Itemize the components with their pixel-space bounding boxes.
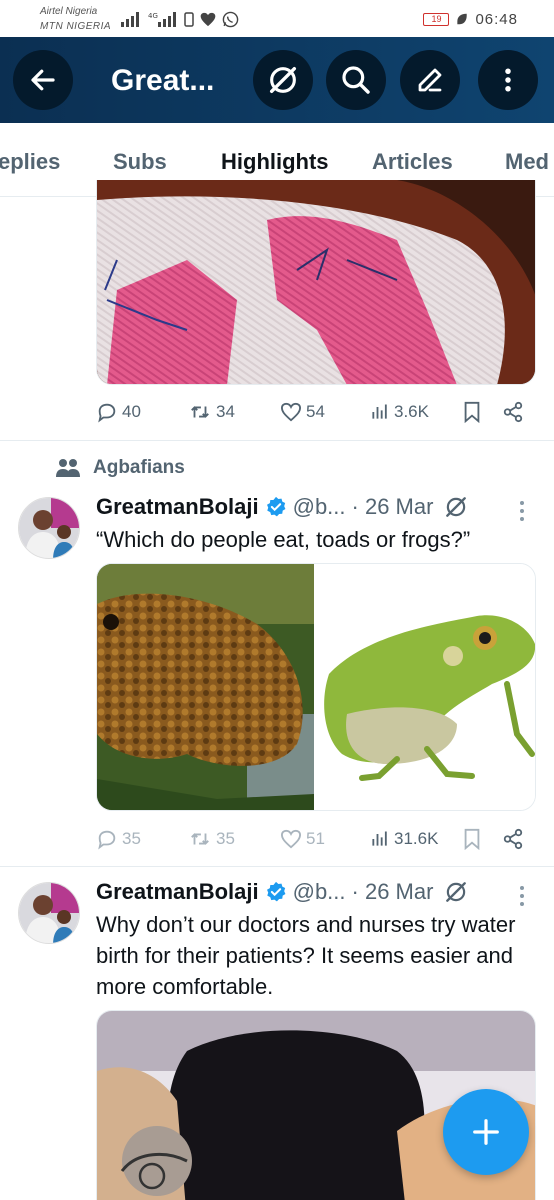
screen: Airtel Nigeria MTN NIGERIA 4G 19 06:48 G…: [0, 0, 554, 1200]
reply-icon: [98, 403, 116, 423]
edit-icon: [418, 68, 442, 92]
signal-icon: [121, 12, 139, 27]
heart-icon: [280, 402, 302, 422]
like-button[interactable]: 54: [280, 398, 325, 426]
compose-button[interactable]: [443, 1089, 529, 1175]
heart-icon: [280, 829, 302, 849]
verified-badge-icon: [266, 496, 286, 517]
carrier-secondary: MTN NIGERIA: [40, 21, 112, 32]
views-count: 31.6K: [394, 829, 439, 848]
post-text: Why don’t our doctors and nurses try wat…: [96, 912, 516, 999]
battery-indicator: 19: [423, 12, 450, 26]
bookmark-button[interactable]: [462, 825, 482, 853]
carrier-primary: Airtel Nigeria: [40, 6, 98, 17]
share-icon: [503, 828, 523, 850]
post-date[interactable]: · 26 Mar: [352, 879, 434, 905]
tab-articles[interactable]: Articles: [372, 149, 453, 175]
more-vertical-icon: [520, 886, 524, 906]
author-name[interactable]: GreatmanBolaji: [96, 494, 259, 520]
tab-subs[interactable]: Subs: [113, 149, 167, 175]
post-date[interactable]: · 26 Mar: [352, 494, 434, 520]
profile-title: Great...: [111, 64, 215, 97]
fabric-photo: [97, 180, 535, 384]
leaf-icon: [457, 13, 468, 25]
more-vertical-icon: [505, 68, 511, 92]
search-button[interactable]: [326, 50, 386, 110]
edit-button[interactable]: [400, 50, 460, 110]
like-count: 51: [306, 829, 325, 848]
grok-icon[interactable]: [443, 879, 469, 905]
author-handle[interactable]: @b...: [293, 879, 346, 905]
share-icon: [503, 401, 523, 423]
share-button[interactable]: [502, 825, 524, 853]
author-handle[interactable]: @b...: [293, 494, 346, 520]
more-button[interactable]: [478, 50, 538, 110]
community-name: Agbafians: [93, 457, 185, 478]
views-button[interactable]: 3.6K: [370, 398, 429, 426]
post-header: GreatmanBolaji @b... · 26 Mar: [96, 492, 469, 522]
avatar-photo: [19, 498, 79, 558]
bookmark-icon: [464, 828, 480, 850]
reply-count: 40: [122, 402, 141, 421]
grok-icon[interactable]: [443, 494, 469, 520]
post-media-grid[interactable]: [96, 563, 536, 811]
status-icons: 4G: [120, 9, 239, 29]
status-bar: Airtel Nigeria MTN NIGERIA 4G 19 06:48: [0, 0, 554, 37]
repost-icon: [191, 406, 209, 418]
avatar[interactable]: [18, 497, 80, 559]
bookmark-button[interactable]: [462, 398, 482, 426]
post-header: GreatmanBolaji @b... · 26 Mar: [96, 877, 469, 907]
post-divider: [0, 440, 554, 441]
like-count: 54: [306, 402, 325, 421]
views-count: 3.6K: [394, 402, 429, 421]
bookmark-icon: [464, 401, 480, 423]
repost-icon: [191, 833, 209, 845]
reply-count: 35: [122, 829, 141, 848]
post-image[interactable]: [96, 180, 536, 385]
repost-count: 35: [216, 829, 235, 848]
tab-replies[interactable]: eplies: [0, 149, 60, 175]
views-chart-icon: [372, 831, 387, 846]
post-actions: 35 35 51 31.6K: [96, 825, 528, 853]
reply-button[interactable]: 40: [96, 398, 141, 426]
post-actions: 40 34 54 3.6K: [96, 398, 528, 426]
toad-frog-photos: [97, 564, 535, 810]
clock: 06:48: [475, 10, 518, 28]
reply-button[interactable]: 35: [96, 825, 141, 853]
author-name[interactable]: GreatmanBolaji: [96, 879, 259, 905]
repost-button[interactable]: 35: [188, 825, 235, 853]
like-button[interactable]: 51: [280, 825, 325, 853]
grok-button[interactable]: [253, 50, 313, 110]
whatsapp-icon: [222, 11, 239, 27]
svg-text:4G: 4G: [148, 12, 158, 20]
tab-media[interactable]: Med: [505, 149, 549, 175]
avatar[interactable]: [18, 882, 80, 944]
people-icon: [56, 459, 80, 477]
post-divider: [0, 866, 554, 867]
signal-icon: 4G: [148, 12, 176, 27]
reply-icon: [98, 830, 116, 850]
back-button[interactable]: [13, 50, 73, 110]
status-right: 19 06:48: [423, 9, 518, 29]
heart-icon: [200, 12, 216, 26]
views-chart-icon: [372, 404, 387, 419]
post-text: “Which do people eat, toads or frogs?”: [96, 527, 471, 552]
plus-icon: [473, 1119, 499, 1145]
tab-highlights[interactable]: Highlights: [221, 149, 329, 175]
battery-saver-icon: [184, 12, 194, 27]
community-label[interactable]: Agbafians: [55, 456, 185, 480]
app-header: Great...: [0, 37, 554, 123]
verified-badge-icon: [266, 881, 286, 902]
views-button[interactable]: 31.6K: [370, 825, 438, 853]
repost-count: 34: [216, 402, 235, 421]
grok-icon: [269, 66, 297, 94]
search-icon: [342, 66, 370, 94]
share-button[interactable]: [502, 398, 524, 426]
repost-button[interactable]: 34: [188, 398, 235, 426]
more-vertical-icon: [520, 501, 524, 521]
avatar-photo: [19, 883, 79, 943]
back-arrow-icon: [31, 69, 55, 91]
